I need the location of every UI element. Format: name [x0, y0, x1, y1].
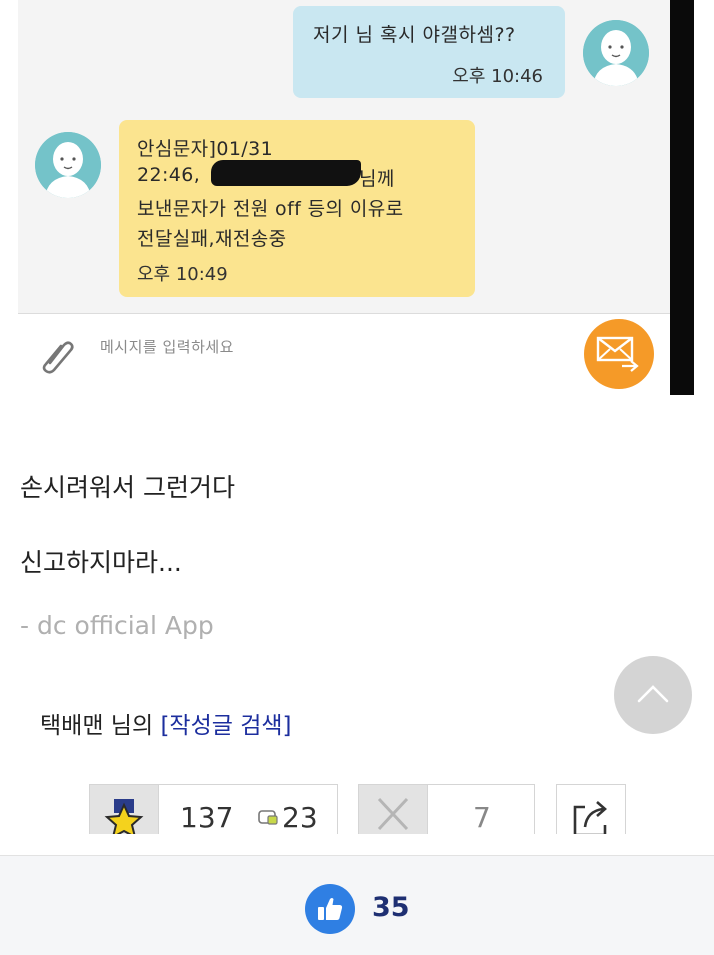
incoming-message-time: 오후 10:49	[137, 264, 228, 285]
avatar-icon	[35, 132, 101, 198]
row-cover	[0, 834, 714, 855]
incoming-message-line: 보낸문자가 전원 off 등의 이유로	[137, 198, 404, 220]
redaction-mark	[211, 160, 361, 186]
share-button[interactable]	[556, 784, 626, 841]
chat-screenshot: 저기 님 혹시 야갤하셈?? 오후 10:46 안심문자]01/31 22:46…	[18, 0, 694, 395]
scroll-to-top-button[interactable]	[614, 656, 692, 734]
incoming-message-line: 님께	[359, 168, 395, 190]
recommend-count: 137	[180, 801, 234, 834]
like-count: 35	[372, 892, 410, 923]
fix-recommend-count: 23	[282, 801, 318, 834]
post-text-line: 손시려워서 그런거다	[20, 473, 235, 502]
send-button[interactable]	[584, 319, 654, 389]
message-input[interactable]: 메시지를 입력하세요	[100, 336, 234, 357]
thumbs-up-icon	[318, 898, 343, 920]
author-posts-search-link[interactable]: [작성글 검색]	[160, 713, 291, 739]
recommend-icon-cell	[90, 785, 159, 841]
recommend-button[interactable]: 137 23	[89, 784, 338, 841]
post-signature: - dc official App	[20, 611, 214, 640]
outgoing-message-bubble: 저기 님 혹시 야갤하셈?? 오후 10:46	[293, 6, 565, 98]
outgoing-message-time: 오후 10:46	[452, 66, 543, 87]
like-button[interactable]	[305, 884, 355, 934]
fix-recommend-icon	[258, 810, 278, 825]
post-text-line: 신고하지마라...	[20, 548, 182, 577]
incoming-message-bubble: 안심문자]01/31 22:46, 님께 보낸문자가 전원 off 등의 이유로…	[119, 120, 475, 297]
author-suffix: 님의	[103, 713, 161, 739]
chevron-up-icon	[637, 685, 669, 703]
send-mail-icon	[596, 336, 639, 372]
screenshot-edge	[670, 0, 694, 395]
star-icon	[104, 799, 144, 839]
not-recommend-button[interactable]: 7	[358, 784, 535, 841]
bottom-like-bar: 35	[0, 856, 714, 955]
author-name: 택배맨	[40, 713, 104, 739]
attach-clip-icon[interactable]	[36, 333, 80, 377]
message-input-bar: 메시지를 입력하세요	[18, 314, 670, 395]
incoming-message-line: 전달실패,재전송중	[137, 228, 287, 250]
not-recommend-count: 7	[473, 801, 491, 834]
avatar-icon	[583, 20, 649, 86]
not-recommend-icon-cell	[359, 785, 428, 841]
incoming-message-line: 안심문자]01/31	[137, 138, 274, 160]
share-icon	[573, 801, 607, 837]
outgoing-message-text: 저기 님 혹시 야갤하셈??	[313, 24, 516, 46]
incoming-message-line: 22:46,	[137, 164, 201, 186]
x-icon	[377, 797, 409, 831]
author-line: 택배맨 님의 [작성글 검색]	[40, 706, 292, 740]
